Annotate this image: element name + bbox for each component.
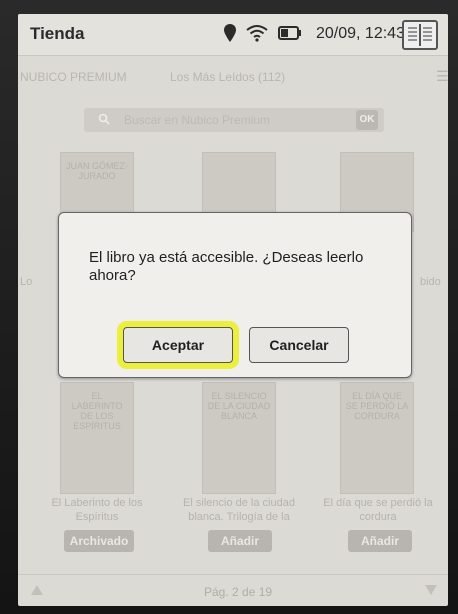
- book-cover[interactable]: EL LABERINTO DE LOS ESPÍRITUS: [60, 382, 134, 494]
- previous-page-icon[interactable]: [30, 583, 44, 601]
- search-icon: [98, 113, 110, 128]
- book-cover-text: EL SILENCIO DE LA CIUDAD BLANCA: [207, 391, 271, 421]
- search-placeholder: Buscar en Nubico Premium: [124, 113, 271, 127]
- add-button[interactable]: Añadir: [348, 530, 412, 552]
- book-cover-text: [203, 153, 275, 169]
- library-button[interactable]: [402, 20, 438, 50]
- side-text-left: Lo: [20, 276, 33, 288]
- search-input[interactable]: Buscar en Nubico Premium OK: [84, 108, 384, 132]
- status-datetime: 20/09, 12:43: [316, 25, 405, 42]
- pager: Pág. 2 de 19: [18, 574, 448, 606]
- book-cover[interactable]: EL SILENCIO DE LA CIUDAD BLANCA: [202, 382, 276, 494]
- archived-button[interactable]: Archivado: [64, 530, 134, 552]
- accept-button[interactable]: Aceptar: [123, 327, 233, 363]
- status-bar: Tienda 20/09, 12:43: [18, 14, 448, 56]
- wifi-icon: [246, 24, 268, 47]
- location-icon: [224, 23, 236, 47]
- status-icons: [224, 23, 302, 47]
- library-icon: [408, 24, 432, 46]
- book-title: El día que se perdió la cordura: [323, 497, 433, 523]
- confirm-dialog: El libro ya está accesible. ¿Deseas leer…: [58, 212, 412, 378]
- book-cover-text: [341, 153, 413, 169]
- book-title: El silencio de la ciudad blanca. Trilogí…: [183, 497, 295, 523]
- page-indicator: Pág. 2 de 19: [204, 585, 273, 599]
- store-title: Tienda: [30, 24, 85, 43]
- dialog-message: El libro ya está accesible. ¿Deseas leer…: [89, 249, 364, 284]
- menu-icon[interactable]: ☰: [436, 68, 448, 85]
- book-cover[interactable]: EL DÍA QUE SE PERDIÓ LA CORDURA: [340, 382, 414, 494]
- book-cover-text: EL LABERINTO DE LOS ESPÍRITUS: [71, 391, 123, 431]
- add-button[interactable]: Añadir: [208, 530, 272, 552]
- ereader-screen: Tienda 20/09, 12:43 NUBICO PREMIUM Los M…: [18, 14, 448, 606]
- book-cover-text: JUAN GÓMEZ-JURADO: [66, 161, 128, 181]
- book-title: El Laberinto de los Espíritus: [51, 497, 143, 523]
- category-row: NUBICO PREMIUM Los Más Leídos (112) ☰: [18, 66, 448, 90]
- category-premium-dropdown[interactable]: NUBICO PREMIUM: [20, 70, 127, 84]
- search-ok-button[interactable]: OK: [356, 110, 378, 130]
- battery-icon: [278, 25, 302, 45]
- cancel-button[interactable]: Cancelar: [249, 327, 349, 363]
- category-top-read[interactable]: Los Más Leídos (112): [170, 70, 285, 84]
- next-page-icon[interactable]: [424, 583, 438, 601]
- book-cover-text: EL DÍA QUE SE PERDIÓ LA CORDURA: [345, 391, 409, 421]
- side-text-right: bido: [420, 276, 441, 288]
